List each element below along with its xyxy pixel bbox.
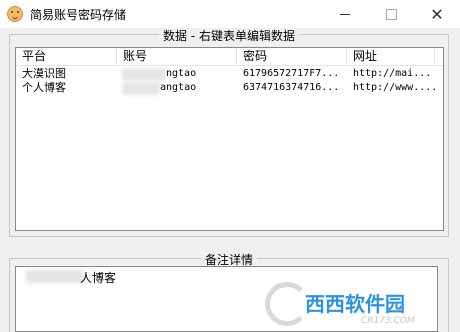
column-header-url[interactable]: 网址 xyxy=(347,48,435,65)
minimize-button[interactable] xyxy=(322,0,368,28)
cell-platform: 个人博客 xyxy=(22,81,66,94)
watermark-logo: 西西软件园 CR173.COM xyxy=(265,280,455,330)
watermark-c-icon xyxy=(265,282,309,326)
minimize-icon xyxy=(340,13,350,15)
cell-password: 6179657271​7F7... xyxy=(243,68,340,79)
cell-url: http://mai... xyxy=(353,68,432,79)
title-bar: 简易账号密码存储 ✕ xyxy=(0,0,460,28)
list-header: 平台 账号 密码 网址 xyxy=(16,48,443,66)
cell-password: 63747163747​16... xyxy=(243,82,340,93)
close-button[interactable]: ✕ xyxy=(414,0,460,28)
close-icon: ✕ xyxy=(430,4,444,24)
redaction-blur xyxy=(122,68,166,81)
column-header-password[interactable]: 密码 xyxy=(237,48,347,65)
data-group-title: 数据 - 右键表单编辑数据 xyxy=(159,29,299,43)
account-list[interactable]: 平台 账号 密码 网址 大漠识图 ngtao 6179657271​7F7...… xyxy=(15,47,444,231)
cell-account: ngtao xyxy=(166,68,197,79)
maximize-button[interactable] xyxy=(368,0,414,28)
cell-url: http://www.... xyxy=(353,82,437,93)
maximize-icon xyxy=(385,8,397,20)
column-header-platform[interactable]: 平台 xyxy=(16,48,117,65)
column-header-account[interactable]: 账号 xyxy=(117,48,237,65)
table-row[interactable]: 大漠识图 ngtao 6179657271​7F7... http://mai.… xyxy=(16,67,443,81)
table-row[interactable]: 个人博客 angtao 63747163747​16... http://www… xyxy=(16,81,443,95)
watermark-text: 西西软件园 xyxy=(305,292,405,316)
notes-text: 人博客 xyxy=(80,271,117,285)
notes-group-title: 备注详情 xyxy=(200,253,257,267)
window-title: 简易账号密码存储 xyxy=(30,8,127,22)
cell-platform: 大漠识图 xyxy=(22,67,66,80)
redaction-blur xyxy=(122,82,160,95)
watermark-url: CR173.COM xyxy=(361,316,415,326)
cell-account: angtao xyxy=(160,82,197,93)
app-icon xyxy=(7,6,23,22)
redaction-blur xyxy=(26,270,84,283)
